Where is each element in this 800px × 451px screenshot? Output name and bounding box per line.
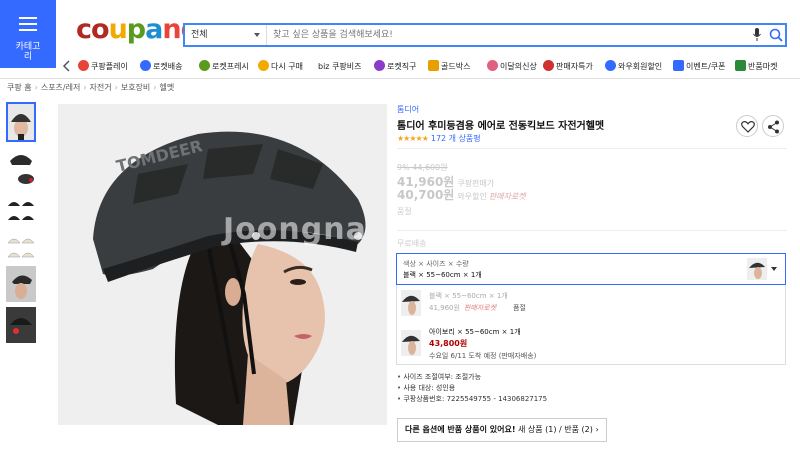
option-item[interactable]: 블랙 × 55~60cm × 1개 41,960원 판매자로켓 품절 xyxy=(397,285,785,325)
microphone-icon[interactable] xyxy=(753,28,761,42)
quick-nav-item[interactable]: 다시 구매 xyxy=(258,58,303,76)
option-name: 블랙 × 55~60cm × 1개 xyxy=(429,292,508,300)
product-details-list: 사이즈 조절여부: 조절가능 사용 대상: 성인용 쿠팡상품번호: 722554… xyxy=(397,372,547,405)
coupang-logo[interactable]: coupang xyxy=(76,14,200,45)
category-label: 카테고리 xyxy=(15,42,41,62)
other-options-return-button[interactable]: 다른 옵션에 반품 상품이 있어요! 새 상품 (1) / 반품 (2) › xyxy=(397,418,607,442)
search-icon[interactable] xyxy=(769,28,783,42)
new-icon xyxy=(487,60,498,71)
option-dropdown-list: 블랙 × 55~60cm × 1개 41,960원 판매자로켓 품절 아이보리 ×… xyxy=(396,285,786,365)
brand-link[interactable]: 톰디어 xyxy=(397,104,419,115)
quick-nav-item[interactable]: 판매자특가 xyxy=(543,58,593,76)
thumbnail[interactable] xyxy=(6,307,36,343)
product-main-image[interactable]: TOMDEER Joongna xyxy=(58,104,387,425)
soldout-label: 품절 xyxy=(513,304,526,312)
option-item[interactable]: 아이보리 × 55~60cm × 1개 43,800원 수요일 6/11 도착 … xyxy=(397,325,785,365)
option-price: 43,800원 xyxy=(429,339,468,348)
chevron-down-icon xyxy=(771,267,777,271)
breadcrumb-item[interactable]: 스포츠/레저 xyxy=(41,83,81,92)
free-shipping-label: 무료배송 xyxy=(397,239,427,248)
quick-nav-item[interactable]: 골드박스 xyxy=(428,58,470,76)
seller-rocket-badge: 판매자로켓 xyxy=(463,304,497,312)
search-input[interactable] xyxy=(273,27,733,43)
breadcrumb-item[interactable]: 헬멧 xyxy=(159,83,174,92)
wishlist-button[interactable] xyxy=(736,115,758,137)
quick-nav-bar: 쿠팡플레이 로켓배송 로켓프레시 다시 구매 biz 쿠팡비즈 로켓직구 골드박… xyxy=(56,56,800,78)
option-selector-value: 블랙 × 55~60cm × 1개 xyxy=(403,271,482,279)
return-market-icon xyxy=(735,60,746,71)
hamburger-icon xyxy=(19,17,37,35)
delivery-eta: 수요일 6/11 도착 예정 (판매자배송) xyxy=(429,352,537,360)
category-menu-button[interactable]: 카테고리 xyxy=(0,0,56,68)
watermark-text: Joongna xyxy=(223,212,367,247)
share-icon xyxy=(768,120,779,134)
rocket-icon xyxy=(140,60,151,71)
detail-item: 쿠팡상품번호: 7225549755 - 14306827175 xyxy=(397,394,547,405)
wow-price: 40,700원 와우할인 판매자로켓 xyxy=(397,188,526,202)
play-icon xyxy=(78,60,89,71)
divider xyxy=(397,148,787,149)
share-button[interactable] xyxy=(762,115,784,137)
quick-nav-item[interactable]: 로켓배송 xyxy=(140,58,182,76)
quick-nav-item[interactable]: 이벤트/쿠폰 xyxy=(673,58,726,76)
quick-nav-item[interactable]: biz 쿠팡비즈 xyxy=(318,58,361,76)
header-divider xyxy=(0,78,800,79)
breadcrumb-item[interactable]: 자전거 xyxy=(90,83,112,92)
gold-box-icon xyxy=(428,60,439,71)
detail-item: 사이즈 조절여부: 조절가능 xyxy=(397,372,547,383)
rocket-global-icon xyxy=(374,60,385,71)
thumbnail-list xyxy=(6,102,36,348)
wow-icon xyxy=(605,60,616,71)
option-selector[interactable]: 색상 × 사이즈 × 수량 블랙 × 55~60cm × 1개 xyxy=(396,253,786,285)
thumbnail[interactable] xyxy=(6,192,36,224)
seller-rocket-badge: 판매자로켓 xyxy=(488,192,526,201)
thumbnail[interactable] xyxy=(6,266,36,302)
option-thumbnail xyxy=(401,330,421,356)
option-thumbnail xyxy=(747,258,767,280)
chevron-left-icon[interactable] xyxy=(62,60,72,72)
option-selector-header: 색상 × 사이즈 × 수량 xyxy=(403,260,469,268)
seller-icon xyxy=(543,60,554,71)
quick-nav-item[interactable]: 반품마켓 xyxy=(735,58,777,76)
event-icon xyxy=(673,60,684,71)
repurchase-icon xyxy=(258,60,269,71)
quick-nav-item[interactable]: 와우회원할인 xyxy=(605,58,662,76)
quick-nav-item[interactable]: 로켓직구 xyxy=(374,58,416,76)
option-name: 아이보리 × 55~60cm × 1개 xyxy=(429,328,521,336)
breadcrumb-item[interactable]: 쿠팡 홈 xyxy=(7,83,32,92)
review-count[interactable]: 172 개 상품평 xyxy=(431,134,481,143)
breadcrumb: 쿠팡 홈 › 스포츠/레저 › 자전거 › 보호장비 › 헬멧 xyxy=(7,83,175,92)
rating-summary[interactable]: ★★★★★ 172 개 상품평 xyxy=(397,133,481,144)
search-bar: 전체 xyxy=(183,23,787,47)
detail-item: 사용 대상: 성인용 xyxy=(397,383,547,394)
breadcrumb-item[interactable]: 보호장비 xyxy=(121,83,150,92)
thumbnail[interactable] xyxy=(6,229,36,261)
quick-nav-item[interactable]: 쿠팡플레이 xyxy=(78,58,128,76)
thumbnail[interactable] xyxy=(6,102,36,142)
product-title: 톰디어 후미등겸용 에어로 전동킥보드 자전거헬멧 xyxy=(397,121,605,132)
heart-icon xyxy=(741,121,755,133)
option-price: 41,960원 판매자로켓 xyxy=(429,304,497,312)
thumbnail[interactable] xyxy=(6,147,36,187)
original-price: 9% 44,600원 xyxy=(397,163,448,172)
option-thumbnail xyxy=(401,290,421,316)
soldout-label: 품절 xyxy=(397,207,412,216)
rocket-fresh-icon xyxy=(199,60,210,71)
search-scope-select[interactable]: 전체 xyxy=(185,25,267,45)
quick-nav-item[interactable]: 이달의신상 xyxy=(487,58,537,76)
chevron-right-icon: › xyxy=(595,425,599,434)
divider xyxy=(397,230,787,231)
star-rating-icon: ★★★★★ xyxy=(397,134,429,143)
quick-nav-item[interactable]: 로켓프레시 xyxy=(199,58,249,76)
